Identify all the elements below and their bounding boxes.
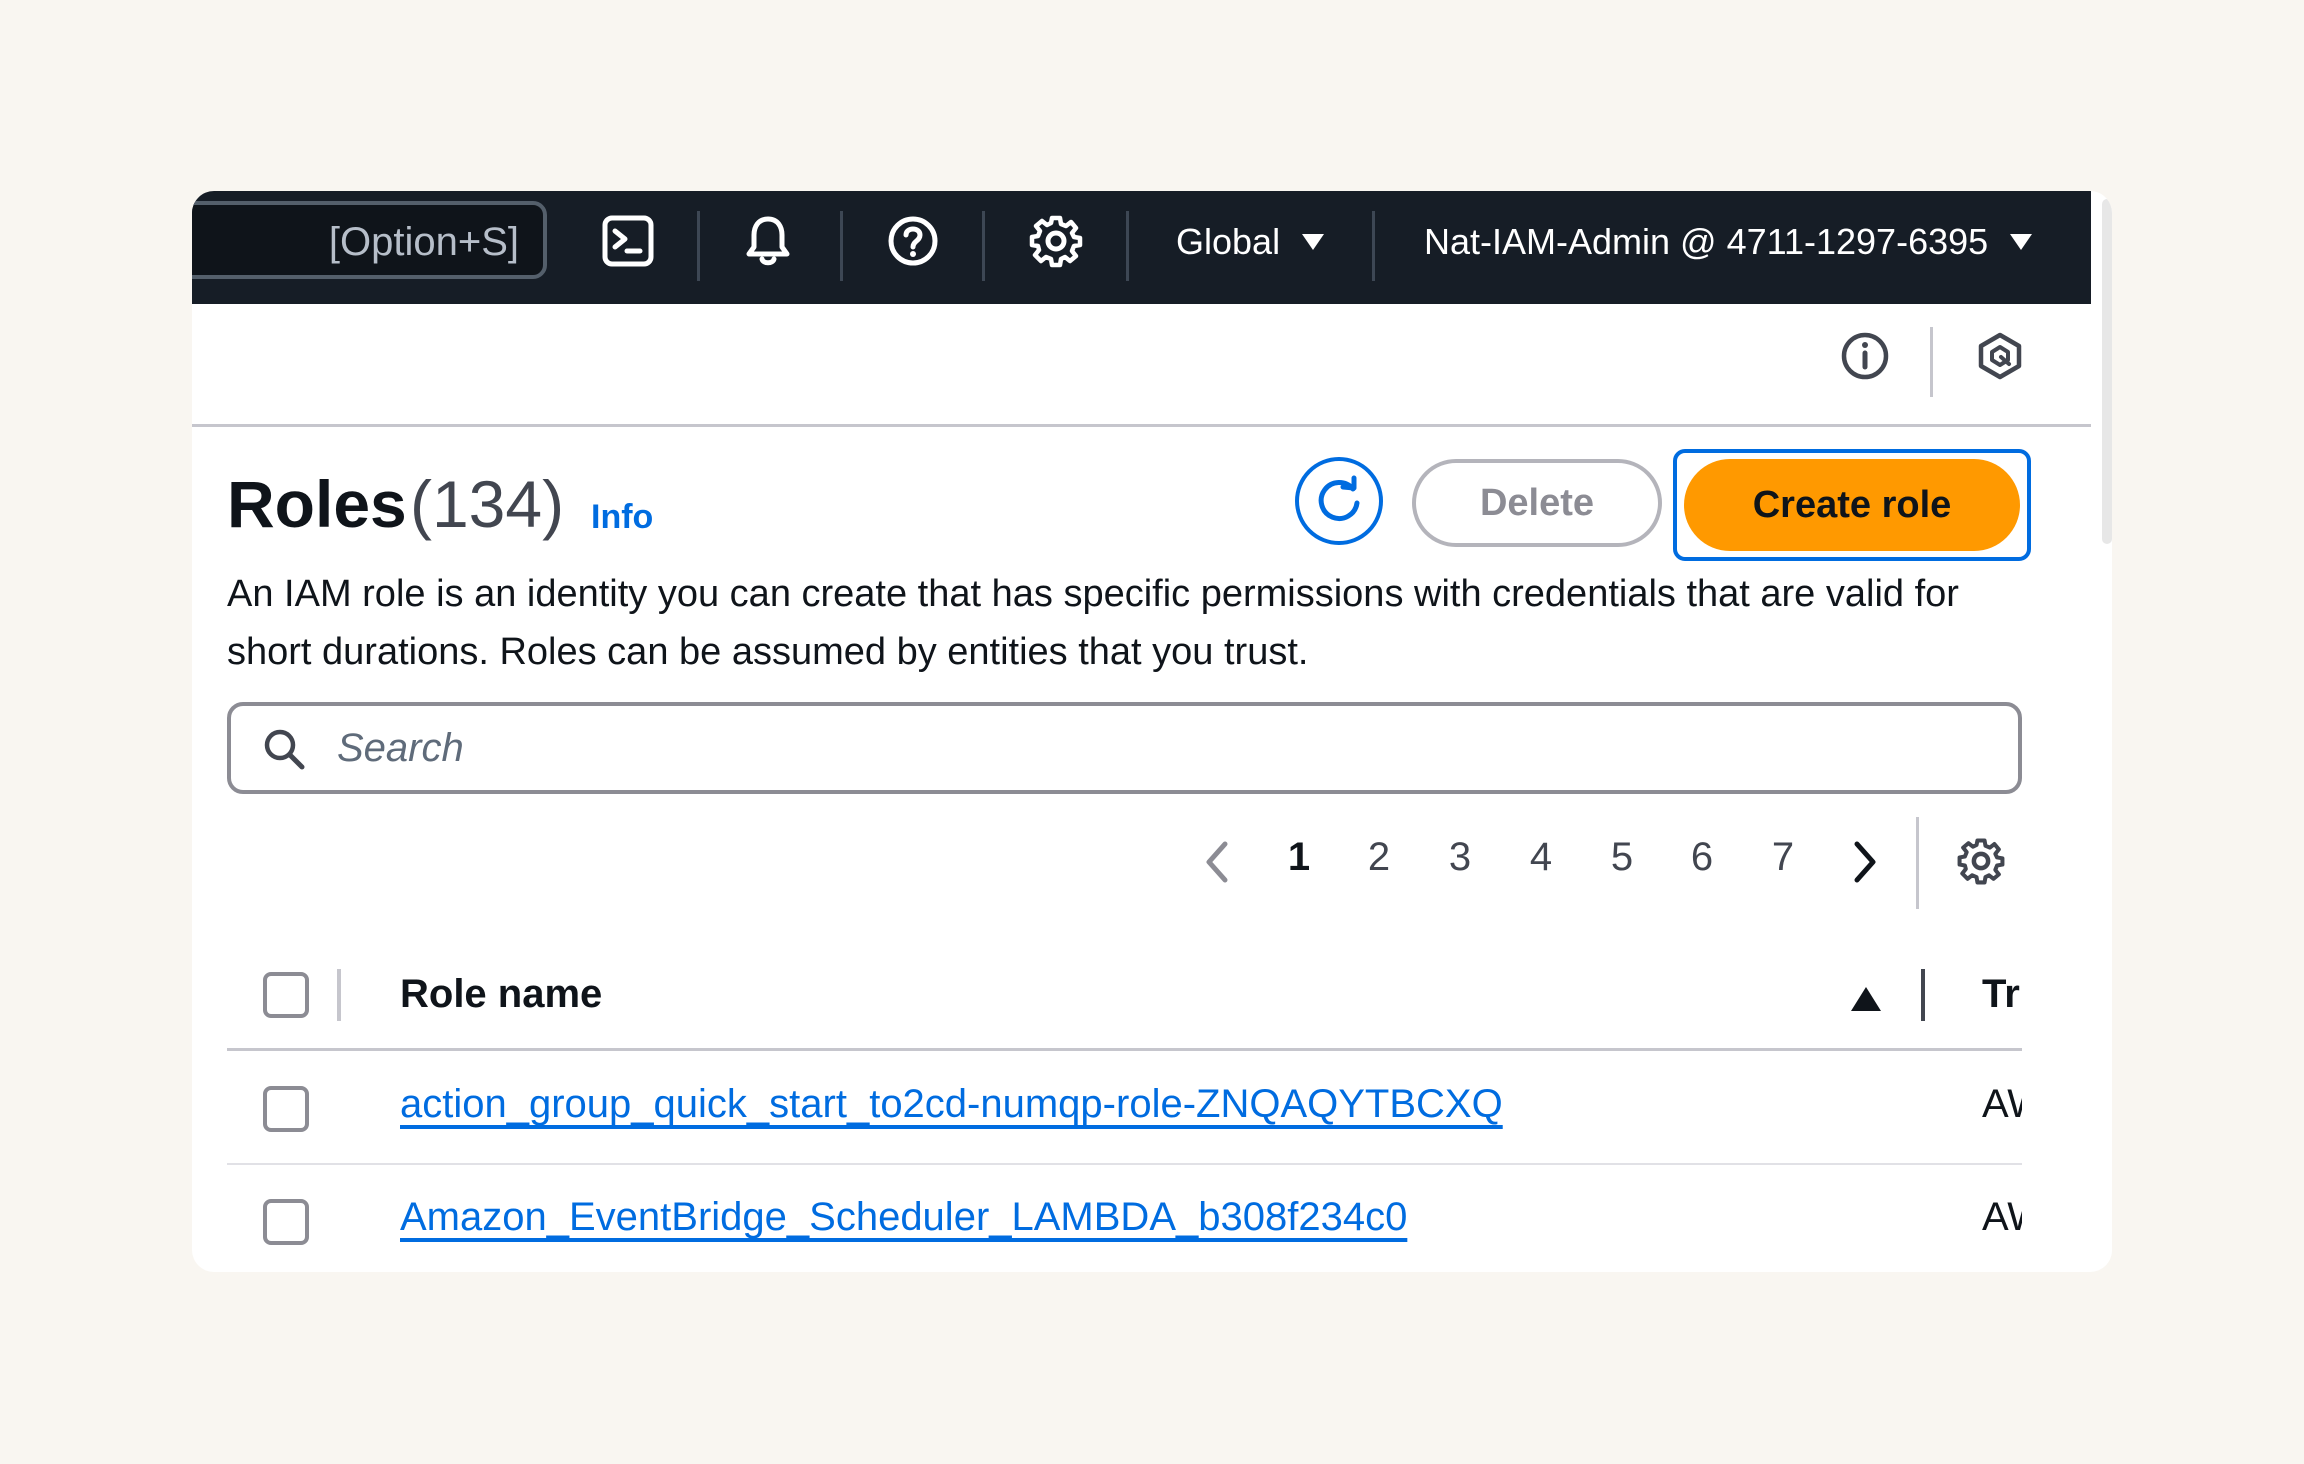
q-assistant-icon[interactable]	[1975, 331, 2025, 381]
search-icon	[264, 729, 305, 770]
page-description: An IAM role is an identity you can creat…	[227, 573, 1959, 673]
roles-count: (134)	[410, 467, 565, 541]
role-name-link[interactable]: action_group_quick_start_to2cd-numqp-rol…	[400, 1082, 1503, 1127]
page-1[interactable]: 1	[1279, 835, 1319, 880]
top-nav-bar: [Option+S] Global Nat-IAM-Admin @ 4711-1…	[192, 191, 2091, 307]
search-placeholder: Search	[337, 726, 464, 770]
search-shortcut-hint: [Option+S]	[328, 220, 519, 264]
region-label: Global	[1176, 221, 1281, 262]
nav-divider	[982, 211, 985, 281]
account-label: Nat-IAM-Admin @ 4711-1297-6395	[1424, 221, 1989, 262]
browser-window: [Option+S] Global Nat-IAM-Admin @ 4711-1…	[192, 191, 2112, 1272]
cloudshell-icon[interactable]	[600, 213, 656, 269]
previous-page-icon[interactable]	[1197, 838, 1237, 886]
page-7[interactable]: 7	[1763, 835, 1803, 880]
page-6[interactable]: 6	[1682, 835, 1722, 880]
page-scrollbar-thumb[interactable]	[2102, 199, 2112, 544]
nav-divider	[840, 211, 843, 281]
delete-button[interactable]: Delete	[1412, 459, 1662, 547]
nav-divider	[1126, 211, 1129, 281]
region-selector[interactable]: Global	[1176, 221, 1325, 263]
nav-divider	[1372, 211, 1375, 281]
column-header-trusted-entities[interactable]: Tr	[1982, 972, 2022, 1017]
row-checkbox[interactable]	[263, 1086, 309, 1132]
gear-icon[interactable]	[1028, 213, 1084, 269]
row-checkbox[interactable]	[263, 1199, 309, 1245]
page-2[interactable]: 2	[1359, 835, 1399, 880]
refresh-button[interactable]	[1295, 457, 1383, 545]
column-divider	[337, 969, 341, 1021]
select-all-checkbox[interactable]	[263, 972, 309, 1018]
utility-bar	[192, 304, 2091, 427]
pagination-divider	[1916, 817, 1919, 909]
page-5[interactable]: 5	[1602, 835, 1642, 880]
bell-icon[interactable]	[740, 213, 796, 269]
help-icon[interactable]	[885, 213, 941, 269]
row-divider	[227, 1163, 2022, 1165]
sort-ascending-icon[interactable]	[1851, 987, 1881, 1011]
info-icon[interactable]	[1840, 331, 1890, 381]
column-resizer[interactable]	[1921, 969, 1925, 1021]
create-role-button[interactable]: Create role	[1684, 459, 2020, 551]
utility-divider	[1930, 327, 1933, 397]
account-menu[interactable]: Nat-IAM-Admin @ 4711-1297-6395	[1424, 221, 2033, 263]
nav-divider	[697, 211, 700, 281]
page-4[interactable]: 4	[1521, 835, 1561, 880]
table-preferences-gear-icon[interactable]	[1956, 836, 2006, 886]
trusted-entities-cell: AW	[1982, 1195, 2022, 1239]
column-header-role-name[interactable]: Role name	[400, 972, 602, 1017]
caret-down-icon	[1302, 234, 1325, 250]
page-title: Roles	[227, 467, 407, 541]
table-header-divider	[227, 1048, 2022, 1051]
page-3[interactable]: 3	[1440, 835, 1480, 880]
global-search-box[interactable]: [Option+S]	[192, 201, 547, 279]
refresh-icon	[1318, 475, 1360, 521]
trusted-entities-cell: AW	[1982, 1082, 2022, 1126]
search-input[interactable]: Search	[227, 702, 2022, 794]
caret-down-icon	[2010, 234, 2033, 250]
info-link[interactable]: Info	[591, 498, 653, 537]
role-name-link[interactable]: Amazon_EventBridge_Scheduler_LAMBDA_b308…	[400, 1195, 1407, 1240]
next-page-icon[interactable]	[1845, 838, 1885, 886]
